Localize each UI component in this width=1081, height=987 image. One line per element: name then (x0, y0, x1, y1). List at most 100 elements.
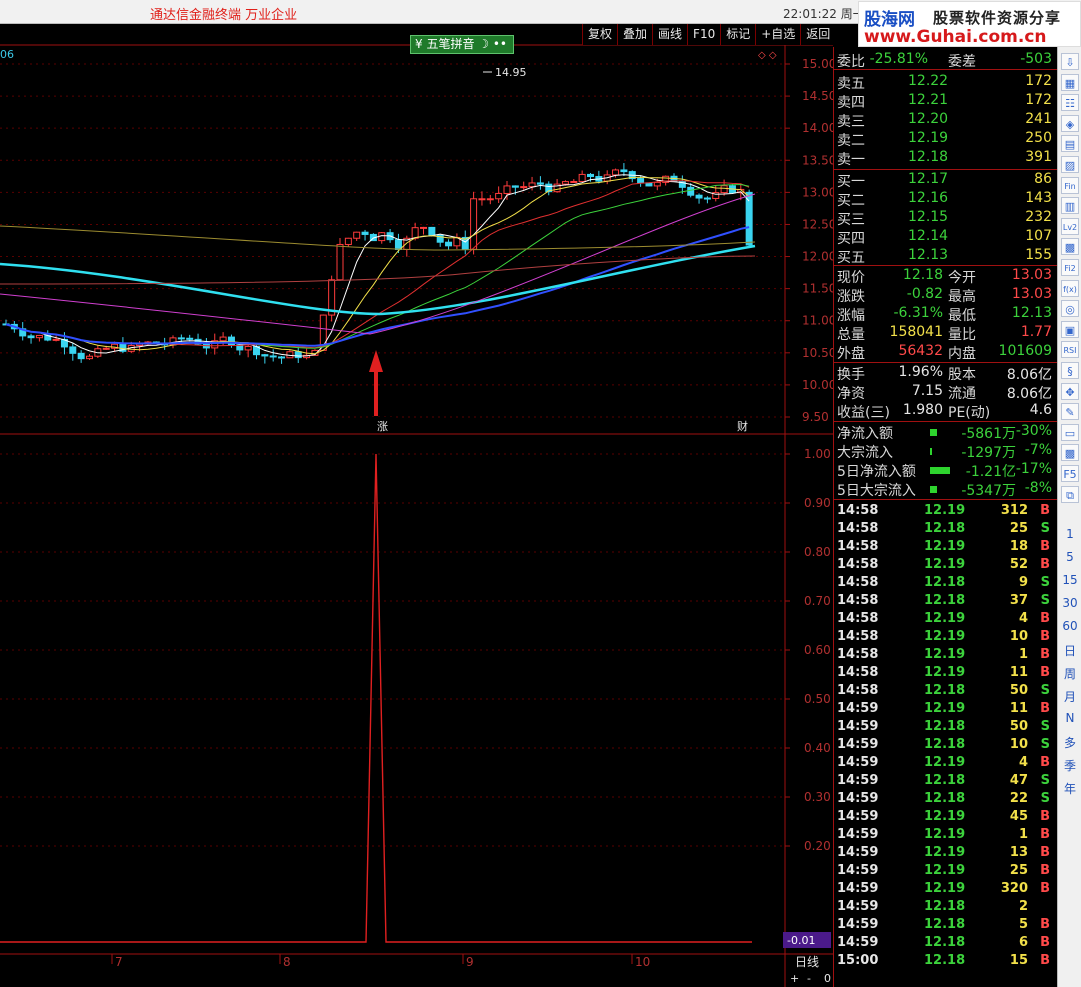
price-tick-label: 11.00 (802, 314, 833, 328)
buy-signal-arrow (369, 350, 383, 416)
period-button-5[interactable]: 日 (1058, 642, 1081, 659)
bid-label: 买二 (837, 193, 865, 209)
period-button-10[interactable]: 季 (1058, 757, 1081, 774)
toolbar-button-3[interactable]: F10 (687, 24, 721, 45)
candle-body (612, 169, 620, 176)
toolbar-button-1[interactable]: 叠加 (617, 24, 653, 45)
stat-value-2: 1.77 (1020, 324, 1052, 340)
tick-row: 14:58 12.19 11 B (836, 665, 1056, 684)
stat-label: 涨幅 (837, 308, 865, 324)
side-tool-icon-3[interactable]: ◈ (1061, 114, 1079, 132)
panel-separator (834, 499, 1058, 500)
fundamental-label: 换手 (837, 367, 865, 383)
tick-volume: 4 (1018, 755, 1028, 770)
side-tool-icon-4[interactable]: ▤ (1061, 135, 1079, 153)
indicator-readout: -0.01 (787, 934, 815, 947)
fundamental-label: 收益(三) (837, 405, 890, 421)
side-tool-icon-20[interactable]: F5 (1061, 465, 1079, 482)
candle-body (35, 334, 43, 339)
tick-row: 14:59 12.18 6 B (836, 935, 1056, 954)
tick-side: B (1040, 647, 1050, 662)
ime-indicator[interactable]: ¥ 五笔拼音 ☽ •• (410, 35, 514, 54)
tick-row: 15:00 12.18 15 B (836, 953, 1056, 972)
tick-volume: 18 (1009, 539, 1028, 554)
period-button-9[interactable]: 多 (1058, 734, 1081, 751)
tick-row: 14:58 12.18 9 S (836, 575, 1056, 594)
side-tool-icon-14[interactable]: RSI (1061, 341, 1079, 359)
candle-body (420, 226, 427, 229)
side-tool-icon-15[interactable]: § (1061, 362, 1079, 379)
bid-row: 买三 12.15 232 (836, 209, 1056, 228)
side-tool-icon-18[interactable]: ▭ (1061, 423, 1079, 441)
side-tool-icon-19[interactable]: ▩ (1061, 444, 1079, 462)
date-tick-label: 10 (635, 955, 650, 969)
side-tool-icon-21[interactable]: ⧉ (1061, 485, 1079, 503)
side-toolbar: ⇩ ▦ ☷ ◈ ▤ ▨ Fin ▥ Lv2 ▩ Fi2 f(x) ◎ ▣ RSI § ✥ ✎ ▭ ▩ F5 ⧉ 1 5 15 30… (1057, 47, 1081, 987)
toolbar-button-2[interactable]: 画线 (652, 24, 688, 45)
side-tool-icon-11[interactable]: f(x) (1061, 279, 1079, 297)
bid-row: 买一 12.17 86 (836, 171, 1056, 190)
period-button-1[interactable]: 5 (1058, 550, 1081, 564)
tick-time: 14:59 (837, 737, 879, 752)
tick-volume: 25 (1009, 521, 1028, 536)
period-button-8[interactable]: N (1058, 711, 1081, 725)
clock: 22:01:22 周一 (783, 7, 865, 21)
stat-label-2: 最高 (948, 289, 976, 305)
side-tool-icon-5[interactable]: ▨ (1061, 156, 1079, 173)
kline-chart-area[interactable]: 15.00 14.50 14.00 13.50 13.00 12.50 12.00 11.50… (0, 24, 836, 987)
side-tool-icon-17[interactable]: ✎ (1061, 403, 1079, 421)
candle-body (637, 178, 645, 184)
period-button-0[interactable]: 1 (1058, 527, 1081, 541)
indicator-tick-label: 0.30 (804, 790, 831, 804)
indicator-tick-label: 0.70 (804, 594, 831, 608)
flow-bar (930, 448, 932, 455)
tick-time: 14:59 (837, 863, 879, 878)
tick-volume: 5 (1018, 917, 1028, 932)
tick-time: 14:59 (837, 917, 879, 932)
candle-body (620, 169, 628, 173)
stat-value-2: 13.03 (1011, 267, 1052, 283)
side-tool-icon-1[interactable]: ▦ (1061, 73, 1079, 91)
side-tool-icon-0[interactable]: ⇩ (1061, 53, 1079, 70)
bid-label: 买四 (837, 231, 865, 247)
toolbar-button-4[interactable]: 标记 (720, 24, 756, 45)
period-button-4[interactable]: 60 (1058, 619, 1081, 633)
ask-row: 卖三 12.20 241 (836, 111, 1056, 130)
tick-price: 12.19 (924, 557, 966, 572)
toolbar-button-5[interactable]: +自选 (755, 24, 801, 45)
period-button-3[interactable]: 30 (1058, 596, 1081, 610)
fundamental-value-2: 8.06亿 (1006, 367, 1052, 383)
side-tool-icon-10[interactable]: Fi2 (1061, 259, 1079, 276)
side-tool-icon-6[interactable]: Fin (1061, 176, 1079, 194)
candle-body (261, 354, 269, 357)
side-tool-icon-2[interactable]: ☷ (1061, 94, 1079, 112)
side-tool-icon-7[interactable]: ▥ (1061, 197, 1079, 215)
tick-volume: 4 (1018, 611, 1028, 626)
weibi-row: 委比 -25.81% 委差 -503 (836, 51, 1056, 70)
candle-body (495, 192, 503, 200)
side-tool-icon-13[interactable]: ▣ (1061, 320, 1079, 338)
tick-time: 14:59 (837, 935, 879, 950)
tick-volume: 9 (1018, 575, 1028, 590)
toolbar-button-6[interactable]: 返回 (800, 24, 836, 45)
period-button-2[interactable]: 15 (1058, 573, 1081, 587)
kline-chart[interactable]: 15.00 14.50 14.00 13.50 13.00 12.50 12.00 11.50… (0, 24, 833, 987)
stat-value: 158041 (889, 324, 943, 340)
candle-body (186, 337, 194, 340)
stat-value: -6.31% (893, 305, 943, 321)
side-tool-icon-9[interactable]: ▩ (1061, 238, 1079, 256)
side-tool-icon-8[interactable]: Lv2 (1061, 217, 1079, 235)
stat-label: 现价 (837, 270, 865, 286)
bid-price: 12.16 (908, 190, 949, 206)
ime-label: 五笔拼音 (426, 37, 475, 51)
period-button-6[interactable]: 周 (1058, 665, 1081, 682)
toolbar-button-0[interactable]: 复权 (582, 24, 618, 45)
tick-row: 14:58 12.19 4 B (836, 611, 1056, 630)
period-button-7[interactable]: 月 (1058, 688, 1081, 705)
side-tool-icon-16[interactable]: ✥ (1061, 382, 1079, 400)
date-tick-label: 7 (115, 955, 123, 969)
ime-icon: ¥ (415, 37, 427, 51)
ask-row: 卖四 12.21 172 (836, 92, 1056, 111)
period-button-11[interactable]: 年 (1058, 780, 1081, 797)
side-tool-icon-12[interactable]: ◎ (1061, 300, 1079, 318)
